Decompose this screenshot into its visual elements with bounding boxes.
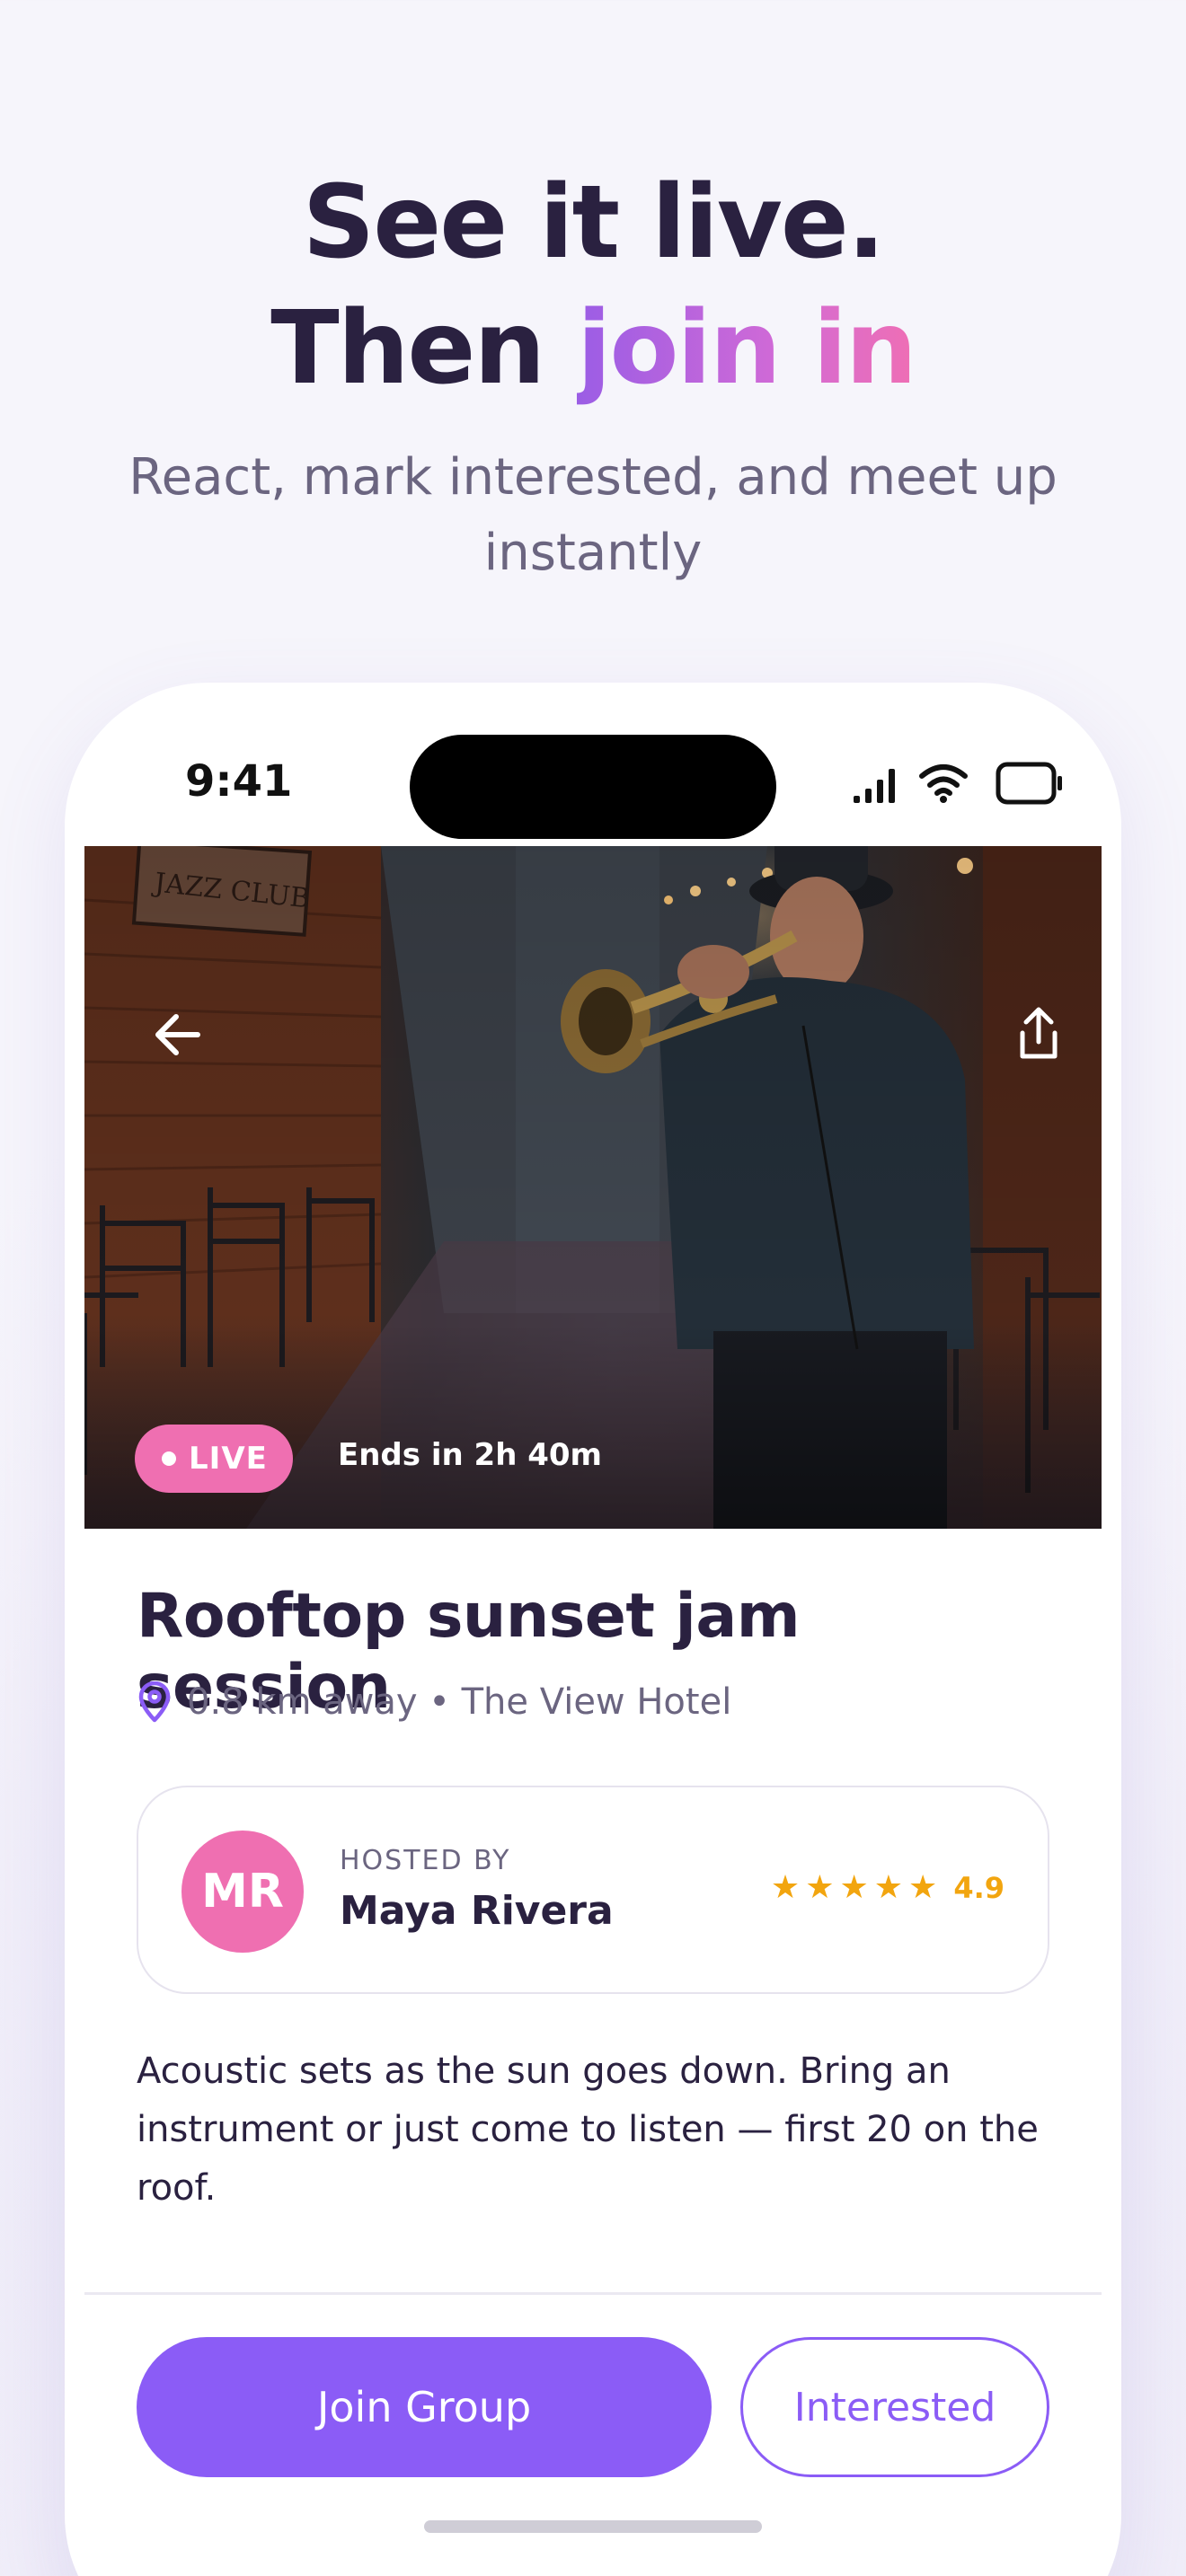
wifi-icon [919, 764, 968, 803]
home-indicator[interactable] [424, 2520, 762, 2533]
signal-icon [854, 769, 895, 803]
share-button[interactable] [1003, 999, 1075, 1071]
live-badge: LIVE [135, 1425, 293, 1493]
action-divider [84, 2292, 1102, 2295]
headline-line-1: See it live. [302, 164, 886, 281]
host-avatar[interactable]: MR [181, 1831, 304, 1953]
status-time: 9:41 [185, 756, 293, 807]
status-icons [783, 762, 1071, 816]
star-icon: ★ [770, 1869, 801, 1906]
star-icon: ★ [805, 1869, 835, 1906]
headline-accent: join in [577, 290, 917, 407]
live-dot-icon [162, 1451, 176, 1466]
host-name[interactable]: Maya Rivera [340, 1888, 614, 1934]
star-icon: ★ [908, 1869, 938, 1906]
host-rating-score: 4.9 [953, 1871, 1005, 1905]
star-icon: ★ [873, 1869, 904, 1906]
phone-frame: 9:41 LIVE Ends in 2h 40m Rooftop sunset … [65, 683, 1121, 2576]
event-description: Acoustic sets as the sun goes down. Brin… [137, 2051, 1039, 2209]
headline-line-2-prefix: Then [270, 290, 578, 407]
map-pin-icon [138, 1681, 171, 1723]
dynamic-island [410, 735, 776, 839]
event-hero-image: JAZZ CLUB [84, 846, 1102, 1529]
host-rating: ★ ★ ★ ★ ★ 4.9 [771, 1870, 1005, 1906]
back-button[interactable] [142, 999, 214, 1071]
share-icon [1020, 1007, 1058, 1059]
live-badge-label: LIVE [189, 1441, 268, 1477]
marketing-subheadline: React, mark interested, and meet up inst… [128, 448, 1058, 582]
event-location-text: 0.8 km away • The View Hotel [187, 1681, 732, 1723]
ends-in-text: Ends in 2h 40m [338, 1437, 602, 1473]
join-group-button[interactable]: Join Group [137, 2337, 712, 2477]
event-location: 0.8 km away • The View Hotel [137, 1681, 731, 1723]
battery-icon [996, 762, 1062, 805]
star-icon: ★ [839, 1869, 869, 1906]
arrow-left-icon [155, 1014, 200, 1055]
host-label: HOSTED BY [340, 1845, 511, 1876]
marketing-headline: See it live. Then join in [0, 160, 1186, 411]
host-card[interactable]: MR HOSTED BY Maya Rivera ★ ★ ★ ★ ★ 4.9 [137, 1786, 1049, 1994]
interested-button[interactable]: Interested [740, 2337, 1049, 2477]
